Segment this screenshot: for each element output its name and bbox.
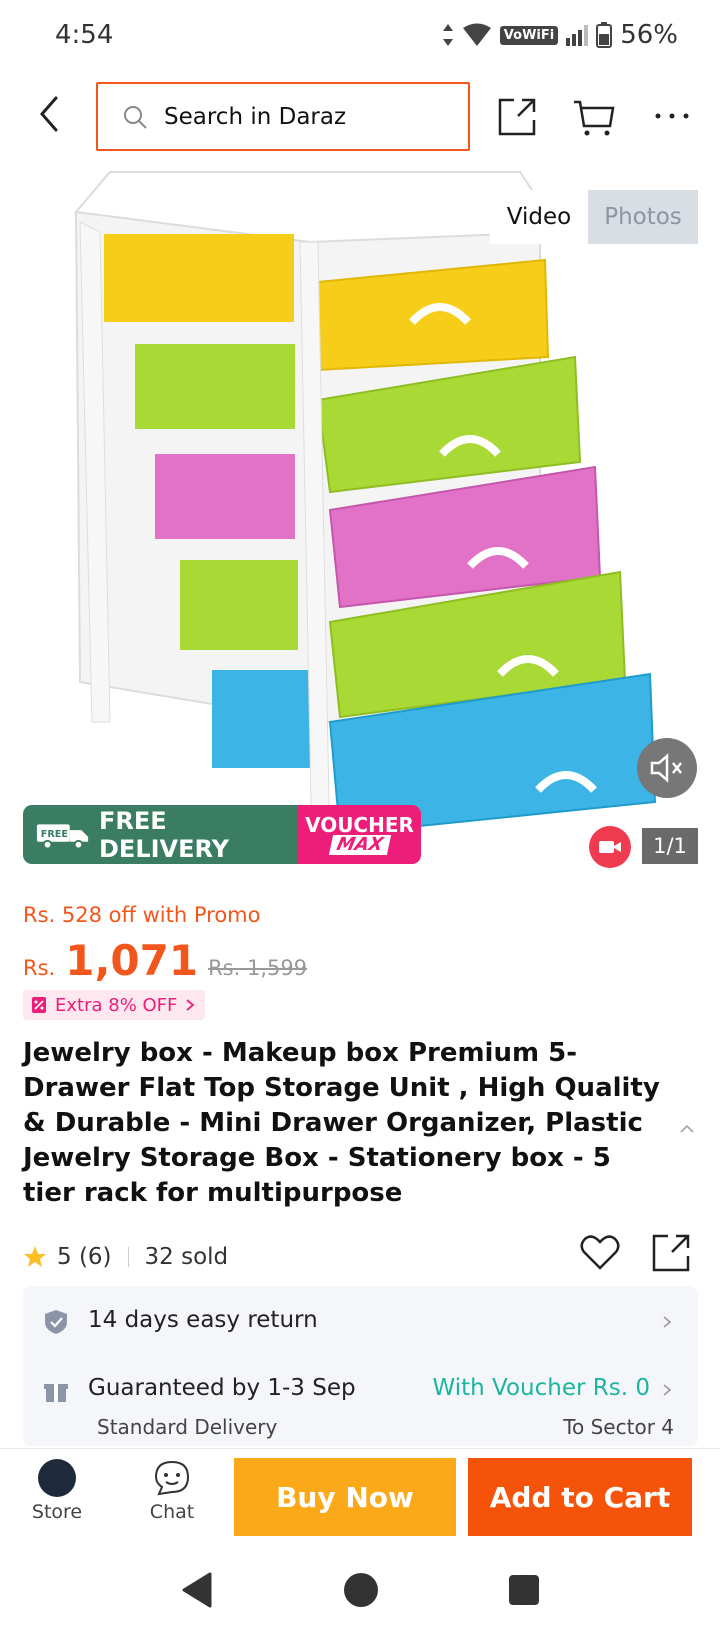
voucher-delivery-label: With Voucher Rs. 0 <box>432 1375 651 1401</box>
data-arrows-icon <box>442 24 453 46</box>
max-label: MAX <box>328 834 391 855</box>
video-camera-glyph <box>599 841 621 853</box>
battery-icon <box>596 22 613 48</box>
gift-box-icon <box>44 1384 68 1402</box>
price-currency: Rs. <box>23 956 56 980</box>
status-bar: 4:54 VoWiFi 56% <box>0 0 720 72</box>
free-small-label: FREE <box>41 828 68 839</box>
store-button[interactable]: Store <box>17 1459 97 1523</box>
search-icon <box>124 105 147 129</box>
voucher-label: VOUCHER <box>305 812 414 837</box>
free-delivery-label: FREE DELIVERY <box>99 806 230 863</box>
divider <box>127 1247 129 1267</box>
return-policy-label: 14 days easy return <box>88 1307 318 1333</box>
coupon-icon <box>32 997 46 1013</box>
promo-banner: FREE FREE DELIVERY VOUCHER MAX <box>23 805 421 864</box>
extra-discount-badge[interactable]: Extra 8% OFF <box>23 990 206 1020</box>
chevron-right-icon <box>663 1316 672 1328</box>
free-delivery-badge: FREE FREE DELIVERY <box>23 805 298 864</box>
promo-text: Rs. 528 off with Promo <box>23 903 261 927</box>
media-counter: 1/1 <box>642 828 698 864</box>
nav-home-icon[interactable] <box>343 1572 379 1608</box>
system-nav-bar <box>0 1548 720 1640</box>
delivery-date-label: Guaranteed by 1-3 Sep <box>88 1375 356 1401</box>
star-icon <box>24 1246 46 1267</box>
original-price: Rs. 1,599 <box>208 956 308 980</box>
search-input[interactable]: Search in Daraz <box>96 82 470 151</box>
speaker-muted-icon <box>650 753 682 783</box>
share-icon[interactable] <box>496 94 540 138</box>
tab-video[interactable]: Video <box>490 190 588 244</box>
nav-back-icon[interactable] <box>180 1572 214 1608</box>
more-options-icon[interactable] <box>650 94 694 138</box>
return-policy-row[interactable]: 14 days easy return <box>23 1286 698 1358</box>
shield-check-icon <box>45 1310 67 1334</box>
mute-button[interactable] <box>637 738 697 798</box>
service-info-box: 14 days easy return Guaranteed by 1-3 Se… <box>23 1286 698 1446</box>
store-logo-icon <box>38 1459 76 1497</box>
price-row: Rs. 1,071 Rs. 1,599 <box>23 936 307 985</box>
buy-now-button[interactable]: Buy Now <box>234 1458 456 1536</box>
delivery-location-label: To Sector 4 <box>563 1415 674 1439</box>
store-label: Store <box>31 1501 83 1523</box>
search-placeholder: Search in Daraz <box>164 103 347 130</box>
wifi-icon <box>462 23 491 46</box>
status-time: 4:54 <box>55 20 114 50</box>
bottom-action-bar: Store Chat Buy Now Add to Cart <box>0 1448 720 1548</box>
sold-count: 32 sold <box>144 1244 229 1270</box>
rating-value[interactable]: 5 (6) <box>57 1244 112 1270</box>
chat-button[interactable]: Chat <box>132 1459 212 1523</box>
product-image <box>0 162 720 874</box>
delivery-row[interactable]: Guaranteed by 1-3 Sep With Voucher Rs. 0… <box>23 1358 698 1446</box>
product-media[interactable]: Video Photos FREE FREE DELIVERY VOUCHER … <box>0 162 720 874</box>
heart-icon[interactable] <box>578 1230 622 1274</box>
product-title: Jewelry box - Makeup box Premium 5-Drawe… <box>23 1038 660 1208</box>
vowifi-badge: VoWiFi <box>499 25 559 45</box>
extra-discount-label: Extra 8% OFF <box>55 994 178 1016</box>
voucher-max-badge: VOUCHER MAX <box>298 805 421 864</box>
cart-icon[interactable] <box>572 94 616 138</box>
tab-photos[interactable]: Photos <box>588 190 698 244</box>
status-icons: VoWiFi 56% <box>442 20 678 50</box>
chat-icon <box>154 1460 190 1496</box>
back-arrow-icon[interactable] <box>30 92 70 136</box>
video-camera-icon[interactable] <box>589 826 631 868</box>
add-to-cart-button[interactable]: Add to Cart <box>468 1458 692 1536</box>
chat-label: Chat <box>149 1501 195 1523</box>
signal-icon <box>566 24 589 46</box>
delivery-truck-icon: FREE <box>36 823 89 849</box>
top-nav: Search in Daraz <box>0 72 720 162</box>
chevron-up-icon[interactable] <box>678 1120 696 1138</box>
standard-delivery-label: Standard Delivery <box>97 1415 278 1439</box>
media-tabs: Video Photos <box>490 190 698 244</box>
share-icon[interactable] <box>650 1230 694 1274</box>
chevron-right-icon <box>186 999 195 1011</box>
nav-recents-icon[interactable] <box>507 1573 541 1607</box>
chevron-right-icon <box>663 1384 672 1396</box>
battery-percent: 56% <box>620 20 678 50</box>
price-amount: 1,071 <box>65 936 199 985</box>
